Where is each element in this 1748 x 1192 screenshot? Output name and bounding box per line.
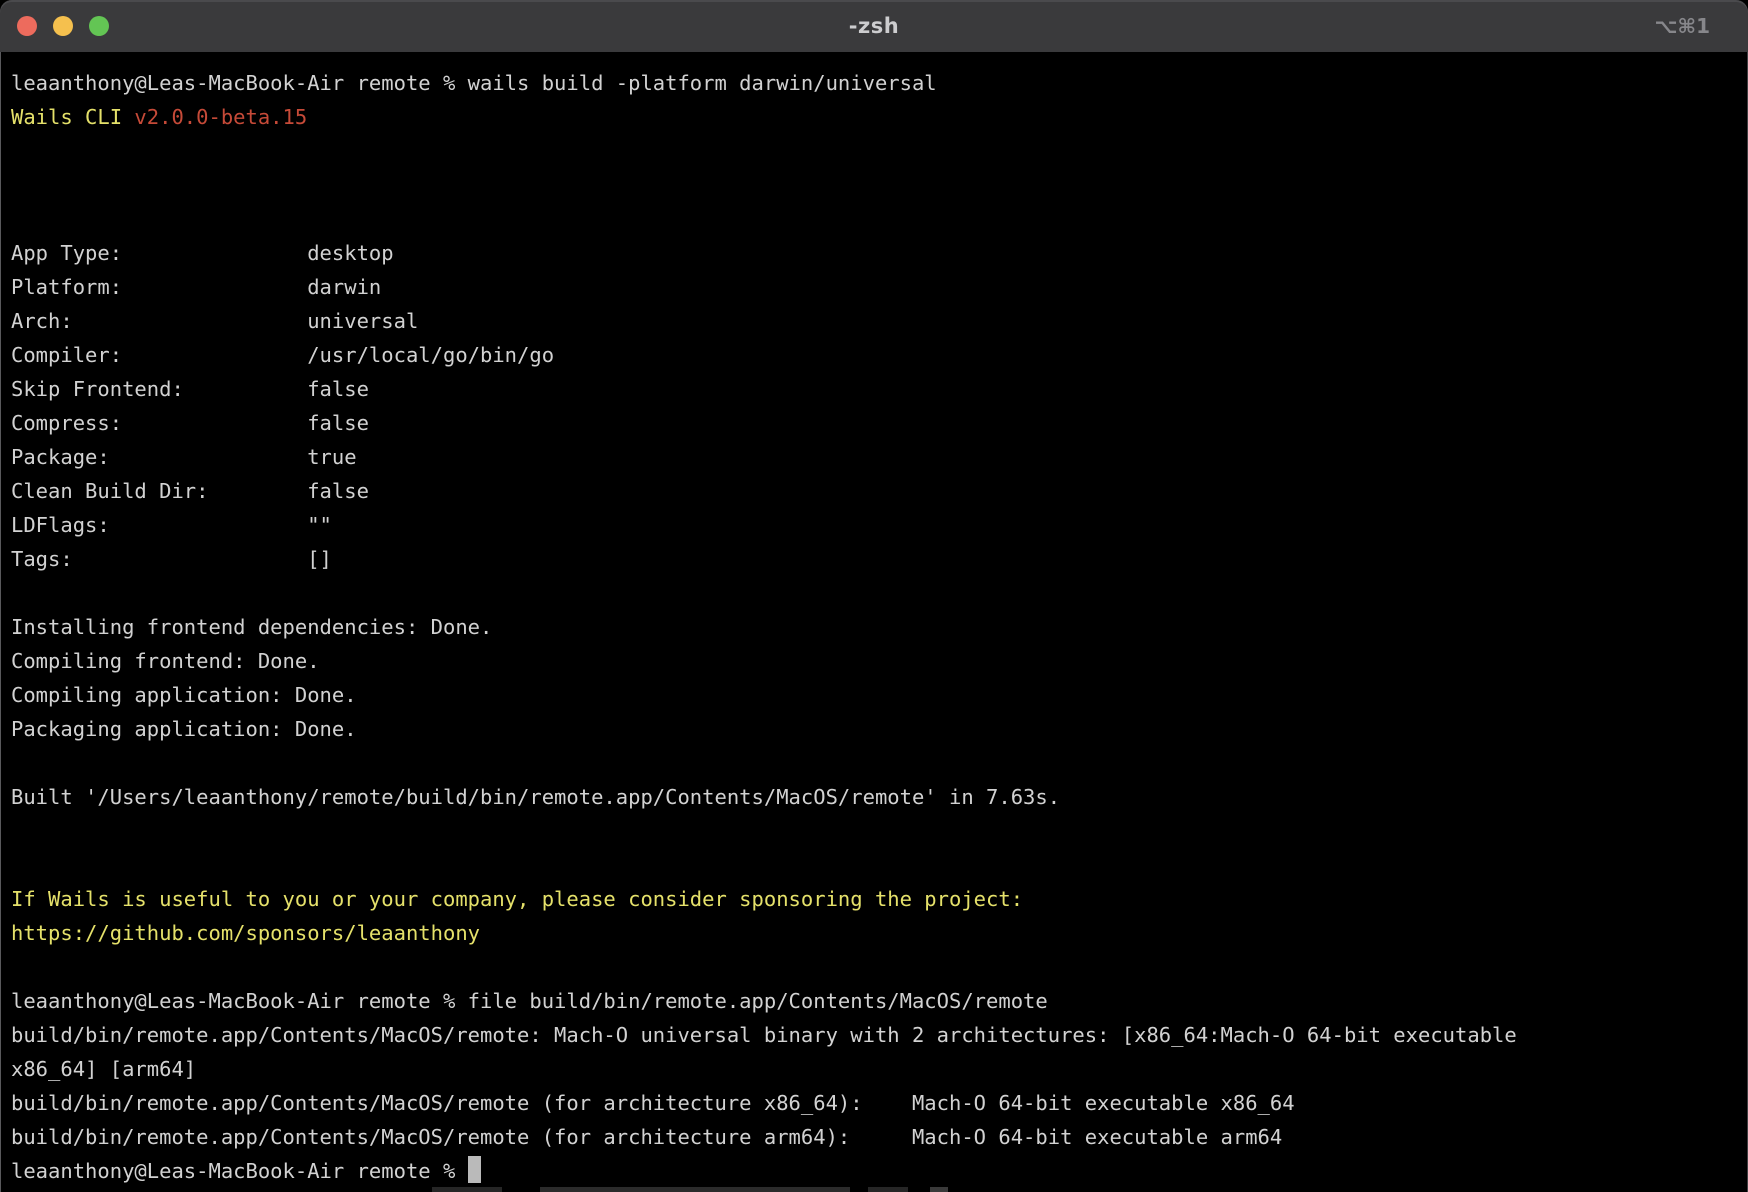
terminal-line (11, 576, 1740, 610)
terminal-line: Clean Build Dir: false (11, 474, 1740, 508)
config-tags: Tags: [] (11, 547, 332, 571)
terminal-line: App Type: desktop (11, 236, 1740, 270)
terminal-line: x86_64] [arm64] (11, 1052, 1740, 1086)
status-compiling-frontend: Compiling frontend: Done. (11, 649, 320, 673)
config-skip-frontend: Skip Frontend: false (11, 377, 369, 401)
build-result: Built '/Users/leaanthony/remote/build/bi… (11, 785, 1060, 809)
terminal-line: build/bin/remote.app/Contents/MacOS/remo… (11, 1086, 1740, 1120)
prompt-command-wails-build: leaanthony@Leas-MacBook-Air remote % wai… (11, 71, 937, 95)
terminal-line: If Wails is useful to you or your compan… (11, 882, 1740, 916)
terminal-line: leaanthony@Leas-MacBook-Air remote % fil… (11, 984, 1740, 1018)
terminal-line (11, 168, 1740, 202)
wails-cli-version: v2.0.0-beta.15 (134, 105, 307, 129)
sponsor-link[interactable]: https://github.com/sponsors/leaanthony (11, 921, 480, 945)
terminal-line: Tags: [] (11, 542, 1740, 576)
terminal-line: Arch: universal (11, 304, 1740, 338)
terminal-line (11, 746, 1740, 780)
config-clean-build-dir: Clean Build Dir: false (11, 479, 369, 503)
config-ldflags: LDFlags: "" (11, 513, 332, 537)
terminal-cursor[interactable] (468, 1156, 481, 1183)
terminal-line: Compiling application: Done. (11, 678, 1740, 712)
config-compress: Compress: false (11, 411, 369, 435)
file-output-arm64: build/bin/remote.app/Contents/MacOS/remo… (11, 1125, 1282, 1149)
prompt-command-file: leaanthony@Leas-MacBook-Air remote % fil… (11, 989, 1048, 1013)
sponsor-message: If Wails is useful to you or your compan… (11, 887, 1023, 911)
prompt-current: leaanthony@Leas-MacBook-Air remote % (11, 1159, 468, 1183)
terminal-line (11, 814, 1740, 848)
config-compiler: Compiler: /usr/local/go/bin/go (11, 343, 554, 367)
terminal-output[interactable]: leaanthony@Leas-MacBook-Air remote % wai… (0, 52, 1748, 1192)
file-output-universal-wrap: x86_64] [arm64] (11, 1057, 196, 1081)
terminal-line (11, 202, 1740, 236)
terminal-line: https://github.com/sponsors/leaanthony (11, 916, 1740, 950)
terminal-line: Built '/Users/leaanthony/remote/build/bi… (11, 780, 1740, 814)
terminal-line: build/bin/remote.app/Contents/MacOS/remo… (11, 1018, 1740, 1052)
status-compiling-application: Compiling application: Done. (11, 683, 357, 707)
terminal-line: LDFlags: "" (11, 508, 1740, 542)
terminal-line: build/bin/remote.app/Contents/MacOS/remo… (11, 1120, 1740, 1154)
wails-cli-label: Wails CLI (11, 105, 134, 129)
terminal-line: Package: true (11, 440, 1740, 474)
window-title: -zsh (0, 0, 1748, 52)
terminal-line: Compiler: /usr/local/go/bin/go (11, 338, 1740, 372)
terminal-window: -zsh ⌥⌘1 leaanthony@Leas-MacBook-Air rem… (0, 0, 1748, 1192)
status-packaging-application: Packaging application: Done. (11, 717, 357, 741)
keyboard-shortcut-badge: ⌥⌘1 (1654, 0, 1710, 52)
terminal-line: Installing frontend dependencies: Done. (11, 610, 1740, 644)
config-package: Package: true (11, 445, 357, 469)
terminal-line: leaanthony@Leas-MacBook-Air remote % (11, 1154, 1740, 1188)
file-output-x86-64: build/bin/remote.app/Contents/MacOS/remo… (11, 1091, 1295, 1115)
terminal-line (11, 134, 1740, 168)
terminal-line (11, 950, 1740, 984)
terminal-line: Compiling frontend: Done. (11, 644, 1740, 678)
config-arch: Arch: universal (11, 309, 418, 333)
terminal-line: Skip Frontend: false (11, 372, 1740, 406)
config-app-type: App Type: desktop (11, 241, 394, 265)
file-output-universal: build/bin/remote.app/Contents/MacOS/remo… (11, 1023, 1517, 1047)
status-installing-frontend: Installing frontend dependencies: Done. (11, 615, 492, 639)
terminal-line: Platform: darwin (11, 270, 1740, 304)
terminal-line: Wails CLI v2.0.0-beta.15 (11, 100, 1740, 134)
title-bar[interactable]: -zsh ⌥⌘1 (0, 0, 1748, 52)
terminal-line: leaanthony@Leas-MacBook-Air remote % wai… (11, 66, 1740, 100)
terminal-line: Packaging application: Done. (11, 712, 1740, 746)
terminal-line: Compress: false (11, 406, 1740, 440)
terminal-line (11, 848, 1740, 882)
config-platform: Platform: darwin (11, 275, 381, 299)
